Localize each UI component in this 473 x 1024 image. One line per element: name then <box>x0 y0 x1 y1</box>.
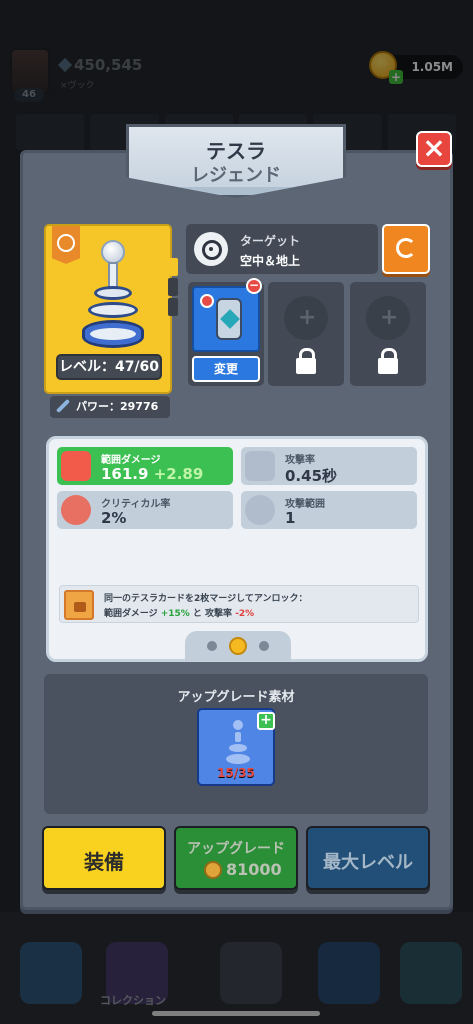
change-button[interactable]: 変更 <box>192 356 260 382</box>
page-dot[interactable] <box>259 641 269 651</box>
star-tier-indicator <box>168 258 180 318</box>
target-panel: ターゲット 空中＆地上 <box>186 224 378 274</box>
stat-label: 範囲ダメージ <box>101 455 161 466</box>
close-button[interactable]: × <box>416 131 452 167</box>
max-level-label: 最大レベル <box>323 852 413 873</box>
stat-attack-range: 攻撃範囲 1 <box>241 491 417 529</box>
equipped-slot: − 変更 <box>188 278 264 386</box>
unlock-bonus-text: 範囲ダメージ +15% と 攻撃率 -2% <box>104 609 255 619</box>
rocket-icon <box>245 451 275 481</box>
lock-icon <box>296 348 316 374</box>
stat-crit-rate: クリティカル率 2% <box>57 491 233 529</box>
tesla-tower-icon <box>80 240 146 358</box>
element-badge-icon <box>52 226 80 264</box>
lock-icon <box>378 348 398 374</box>
target-title: ターゲット <box>240 234 301 248</box>
equip-label: 装備 <box>84 850 124 874</box>
remove-item-button[interactable]: − <box>246 278 262 294</box>
upgrade-cost: 81000 <box>204 860 282 879</box>
card-power-label: パワー：29776 <box>76 400 159 413</box>
materials-title: アップグレード素材 <box>177 690 295 705</box>
canister-icon <box>216 298 242 340</box>
stat-label: 攻撃範囲 <box>285 499 325 510</box>
crit-icon <box>61 495 91 525</box>
stat-value: 0.45秒 <box>285 467 338 485</box>
target-value: 空中＆地上 <box>240 254 301 268</box>
area-damage-icon <box>61 451 91 481</box>
stat-label: 攻撃率 <box>285 455 315 466</box>
add-material-button[interactable]: + <box>257 712 275 730</box>
page-indicator <box>185 631 291 661</box>
card-rarity: レジェンド <box>191 165 281 186</box>
card-level: レベル：47/60 <box>56 354 162 380</box>
material-card[interactable]: + 15/35 <box>197 708 275 786</box>
crosshair-icon <box>194 232 228 266</box>
stat-label: クリティカル率 <box>101 499 171 510</box>
equip-button[interactable]: 装備 <box>42 826 166 890</box>
material-count: 15/35 <box>217 766 255 780</box>
page-dot-active[interactable] <box>229 637 247 655</box>
stats-panel: 範囲ダメージ 161.9 +2.89 攻撃率 0.45秒 クリティカル率 2% … <box>46 436 428 662</box>
unlock-text: 同一のテスラカードを2枚マージしてアンロック： <box>104 594 308 604</box>
tesla-tower-icon <box>225 720 251 766</box>
coin-icon <box>204 861 222 879</box>
refresh-icon <box>396 238 416 258</box>
card-name: テスラ <box>206 139 266 163</box>
page-dot[interactable] <box>207 641 217 651</box>
stat-area-damage: 範囲ダメージ 161.9 +2.89 <box>57 447 233 485</box>
locked-slot-1[interactable]: + <box>268 282 344 386</box>
equipped-item[interactable] <box>192 286 260 352</box>
upgrade-label: アップグレード <box>187 841 285 857</box>
upgrade-materials: アップグレード素材 + 15/35 <box>44 674 428 814</box>
upgrade-button[interactable]: アップグレード 81000 <box>174 826 298 890</box>
merge-unlock-info: 同一のテスラカードを2枚マージしてアンロック： 範囲ダメージ +15% と 攻撃… <box>59 585 419 623</box>
stat-attack-rate: 攻撃率 0.45秒 <box>241 447 417 485</box>
card-power: パワー：29776 <box>50 396 170 418</box>
sword-icon <box>56 399 70 413</box>
locked-slot-2[interactable]: + <box>350 282 426 386</box>
stat-value: 1 <box>285 509 296 527</box>
max-level-button[interactable]: 最大レベル <box>306 826 430 890</box>
stat-value: 2% <box>101 509 127 527</box>
stat-value: 161.9 +2.89 <box>101 465 204 483</box>
gear-icon: + <box>366 296 410 340</box>
swap-button[interactable] <box>382 224 430 274</box>
range-icon <box>245 495 275 525</box>
target-badge-icon <box>200 294 214 308</box>
lock-icon <box>64 590 94 620</box>
tesla-card: レベル：47/60 <box>44 224 178 394</box>
gear-icon: + <box>284 296 328 340</box>
